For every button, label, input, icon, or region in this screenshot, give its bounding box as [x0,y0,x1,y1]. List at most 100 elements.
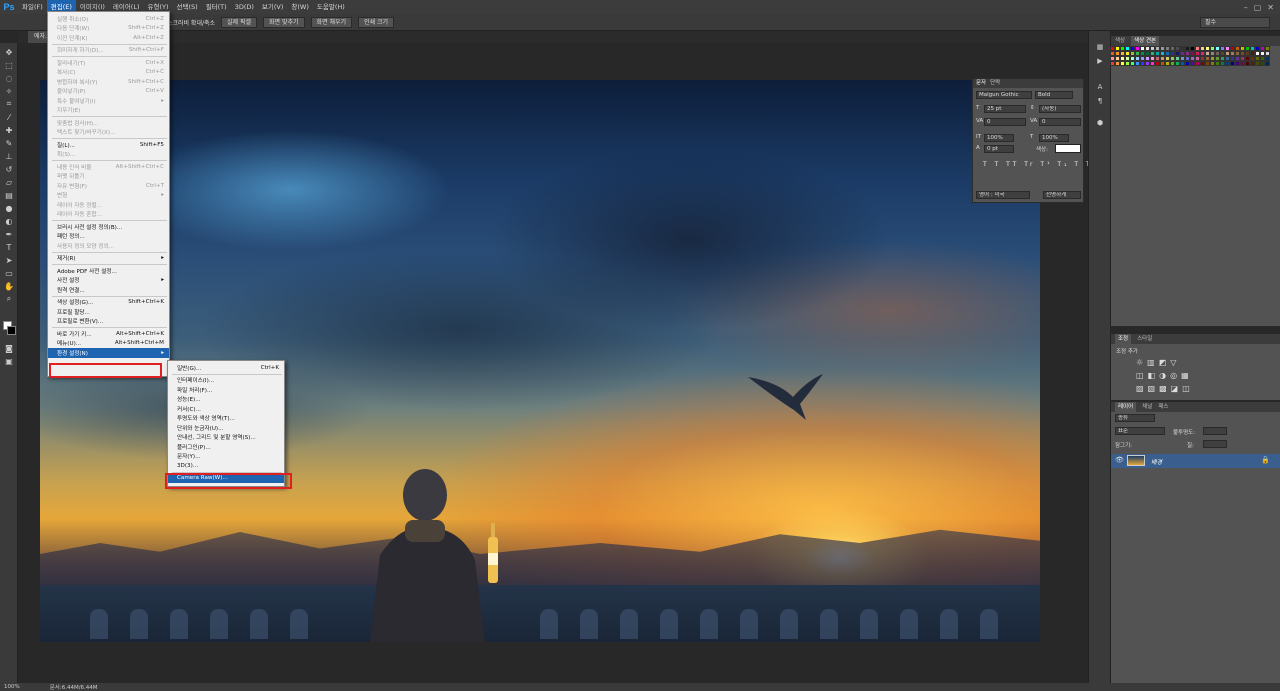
edit-menu-item[interactable]: 프로필 할당... [48,307,169,317]
menu-view[interactable]: 보기(V) [258,0,287,14]
leading-field[interactable]: (자동) [1039,105,1081,113]
edit-menu-item[interactable]: 내용 인식 비율 Alt+Shift+Ctrl+C [48,162,169,172]
adjustment-icons-row3[interactable]: ▨▧▩◪◫ [1136,384,1194,393]
dodge-tool-icon[interactable]: ◐ [3,216,15,226]
background-color-swatch[interactable] [7,326,16,335]
fit-screen-button[interactable]: 화면 맞추기 [263,16,305,28]
opacity-field[interactable] [1203,427,1227,435]
adjustment-icons-row2[interactable]: ◫◧◑◎▦ [1136,371,1193,380]
edit-menu-item[interactable]: 메뉴(U)... Alt+Shift+Ctrl+M [48,339,169,349]
magic-wand-icon[interactable]: ✧ [3,86,15,96]
marquee-tool-icon[interactable]: ⬚ [3,60,15,70]
layer-name[interactable]: 배경 [1151,457,1162,466]
vertical-scale-field[interactable]: 100% [984,134,1014,142]
edit-menu-item[interactable]: 복사(C) Ctrl+C [48,68,169,78]
edit-menu-item[interactable]: 획(S)... [48,150,169,160]
fill-screen-button[interactable]: 화면 채우기 [310,16,353,28]
actual-pixels-button[interactable]: 실제 픽셀 [221,16,258,28]
font-size-field[interactable]: 25 pt [984,105,1026,113]
preferences-menu-item[interactable]: 성능(E)... [168,395,284,405]
tab-channels[interactable]: 채널 [1142,402,1152,412]
color-swatch[interactable] [1265,61,1270,66]
edit-menu-item[interactable]: 특수 붙여넣기(I) ▸ [48,96,169,106]
layer-filter-select[interactable]: 종류 [1115,414,1155,422]
actions-icon[interactable]: ▶ [1094,57,1106,67]
edit-menu-item[interactable]: 색상 설정(G)... Shift+Ctrl+K [48,298,169,308]
zoom-tool-icon[interactable]: ⌕ [3,294,15,304]
clone-stamp-icon[interactable]: ⊥ [3,151,15,161]
edit-menu-item[interactable]: 변형 ▸ [48,191,169,201]
antialias-select[interactable]: 선명하게 [1043,191,1081,199]
move-tool-icon[interactable]: ✥ [3,47,15,57]
edit-menu-item[interactable]: 퍼펫 뒤틀기 [48,172,169,182]
menu-3d[interactable]: 3D(D) [231,0,258,14]
menu-help[interactable]: 도움말(H) [313,0,349,14]
preferences-menu-item[interactable]: 인터페이스(I)... [168,376,284,386]
edit-menu-item[interactable]: 사전 설정 ▸ [48,276,169,286]
screen-mode-icon[interactable]: ▣ [3,356,15,366]
preferences-menu-item[interactable]: 안내선, 그리드 및 분할 영역(S)... [168,433,284,443]
pen-tool-icon[interactable]: ✒ [3,229,15,239]
preferences-menu-item[interactable]: 3D(3)... [168,461,284,471]
tab-styles[interactable]: 스타일 [1137,334,1152,344]
character-icon[interactable]: A [1094,83,1106,93]
tab-paths[interactable]: 패스 [1158,402,1168,412]
edit-menu-item[interactable]: 실행 취소(O) Ctrl+Z [48,14,169,24]
history-brush-icon[interactable]: ↺ [3,164,15,174]
edit-menu-item[interactable]: 프로필로 변환(V)... [48,317,169,327]
edit-menu-item[interactable]: 지우기(E) [48,106,169,116]
preferences-menu-item[interactable]: 일반(G)... Ctrl+K [168,363,284,373]
menu-file[interactable]: 파일(F) [18,0,47,14]
minimize-icon[interactable]: – [1244,3,1248,12]
edit-menu-item[interactable]: 칠(L)... Shift+F5 [48,140,169,150]
tab-layers[interactable]: 레이어 [1115,402,1137,412]
preferences-menu-item[interactable]: 투명도와 색상 영역(T)... [168,414,284,424]
preferences-menu-item[interactable]: 커서(C)... [168,404,284,414]
quick-mask-icon[interactable]: ◙ [3,343,15,353]
tab-swatches[interactable]: 색상 견본 [1131,36,1160,46]
shape-tool-icon[interactable]: ▭ [3,268,15,278]
workspace-select[interactable]: 필수 [1200,16,1270,28]
edit-menu-item[interactable]: 맞춤법 검사(H)... [48,118,169,128]
edit-menu-item[interactable]: 레이어 자동 정렬... [48,200,169,210]
edit-menu-item[interactable]: 브러시 사전 설정 정의(B)... [48,222,169,232]
print-size-button[interactable]: 인쇄 크기 [358,16,395,28]
edit-menu-item[interactable]: 환경 설정(N) ▸ [48,348,169,358]
baseline-field[interactable]: 0 pt [984,145,1014,153]
kerning-field[interactable]: 0 [984,118,1026,126]
edit-menu-item[interactable]: 이전 단계(K) Alt+Ctrl+Z [48,33,169,43]
edit-menu-item[interactable]: 원격 연결... [48,285,169,295]
menu-select[interactable]: 선택(S) [173,0,202,14]
preferences-menu-item[interactable]: 단위와 눈금자(U)... [168,423,284,433]
preferences-menu-item[interactable]: 문자(Y)... [168,452,284,462]
menu-window[interactable]: 창(W) [287,0,312,14]
font-style-select[interactable]: Bold [1035,91,1073,99]
preferences-menu-item[interactable]: 플러그인(P)... [168,442,284,452]
menu-filter[interactable]: 필터(T) [202,0,231,14]
adjustment-icons-row1[interactable]: ☼▥◩▽ [1136,358,1180,367]
edit-menu-item[interactable]: 희미하게 하기(D)... Shift+Ctrl+F [48,46,169,56]
blend-mode-select[interactable]: 표준 [1115,427,1165,435]
paragraph-icon[interactable]: ¶ [1094,97,1106,107]
crop-tool-icon[interactable]: ⌗ [3,99,15,109]
swatch-grid[interactable] [1110,46,1270,76]
edit-menu-item[interactable]: 바로 가기 키... Alt+Shift+Ctrl+K [48,329,169,339]
type-tool-icon[interactable]: T [3,242,15,252]
edit-menu-item[interactable]: 패턴 정의... [48,232,169,242]
blur-tool-icon[interactable]: ● [3,203,15,213]
text-color-swatch[interactable] [1055,144,1081,153]
edit-menu-item[interactable]: 자유 변형(F) Ctrl+T [48,181,169,191]
horizontal-scale-field[interactable]: 100% [1039,134,1069,142]
fill-field[interactable] [1203,440,1227,448]
language-select[interactable]: 영어 : 미국 [976,191,1030,199]
eraser-icon[interactable]: ▱ [3,177,15,187]
zoom-level[interactable]: 100% [4,684,20,690]
path-selection-icon[interactable]: ➤ [3,255,15,265]
preferences-menu-item[interactable]: 파일 처리(F)... [168,385,284,395]
edit-menu-item[interactable]: 텍스트 찾기/바꾸기(X)... [48,128,169,138]
hand-tool-icon[interactable]: ✋ [3,281,15,291]
tab-character[interactable]: 문자 [976,79,986,88]
edit-menu-item[interactable]: 제거(R) ▸ [48,254,169,264]
edit-menu-item[interactable]: Adobe PDF 사전 설정... [48,266,169,276]
font-family-select[interactable]: Malgun Gothic [976,91,1032,99]
